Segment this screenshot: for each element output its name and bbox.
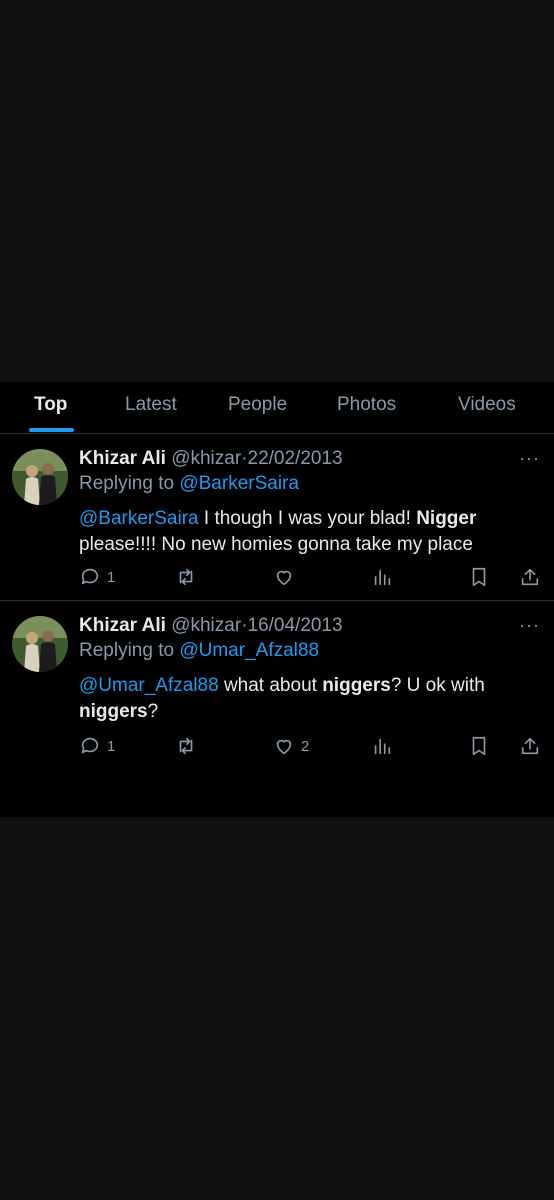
- share-icon: [521, 737, 539, 755]
- replying-to-label: Replying to: [79, 473, 180, 494]
- views-icon: [374, 569, 391, 586]
- tweet-text-part: I though I was your blad!: [198, 508, 417, 529]
- retweet-button[interactable]: [175, 563, 197, 591]
- tweet-text-bold: Nigger: [416, 508, 477, 529]
- tab-top[interactable]: Top: [34, 394, 67, 416]
- tweet-text: @Umar_Afzal88 what about niggers? U ok w…: [79, 673, 509, 725]
- views-button[interactable]: [371, 563, 393, 591]
- empty-bottom-area: [0, 817, 554, 1200]
- search-results-panel: Top Latest People Photos Videos Khizar A…: [0, 382, 554, 817]
- tweet-text-bold: niggers: [79, 701, 148, 722]
- more-icon[interactable]: ···: [519, 615, 540, 636]
- display-name[interactable]: Khizar Ali: [79, 615, 166, 636]
- tab-photos[interactable]: Photos: [337, 394, 396, 416]
- reply-icon: [81, 568, 99, 585]
- tweet-text-part: what about: [218, 675, 323, 696]
- display-name[interactable]: Khizar Ali: [79, 448, 166, 469]
- retweet-button[interactable]: [175, 732, 197, 760]
- tweet-text: @BarkerSaira I though I was your blad! N…: [79, 506, 509, 558]
- reply-count: 1: [107, 568, 116, 586]
- empty-top-area: [0, 0, 554, 382]
- like-icon: [276, 570, 292, 586]
- active-tab-indicator: [29, 428, 74, 432]
- reply-button[interactable]: 1: [79, 563, 115, 591]
- tweet-header: Khizar Ali @khizar·16/04/2013: [79, 615, 343, 637]
- bookmark-button[interactable]: [468, 563, 490, 591]
- tweet-actions: 1: [79, 563, 539, 591]
- tab-people[interactable]: People: [228, 394, 287, 416]
- share-icon: [521, 568, 539, 586]
- avatar[interactable]: [12, 449, 68, 505]
- user-handle[interactable]: @khizar: [171, 615, 241, 636]
- replying-to: Replying to @BarkerSaira: [79, 473, 299, 495]
- reply-icon: [81, 737, 99, 754]
- tweet-text-part: please!!!! No new homies gonna take my p…: [79, 534, 473, 555]
- bookmark-icon: [472, 567, 486, 587]
- tweet-mention[interactable]: @Umar_Afzal88: [79, 675, 219, 696]
- replying-to: Replying to @Umar_Afzal88: [79, 640, 319, 662]
- reply-button[interactable]: 1: [79, 732, 115, 760]
- tweet-header: Khizar Ali @khizar·22/02/2013: [79, 448, 343, 470]
- tweet[interactable]: Khizar Ali @khizar·22/02/2013 ··· Replyi…: [0, 434, 554, 601]
- replying-to-label: Replying to: [79, 640, 180, 661]
- tweet-text-part: ?: [147, 701, 159, 722]
- views-icon: [374, 738, 391, 755]
- like-count: 2: [301, 737, 310, 755]
- more-icon[interactable]: ···: [519, 448, 540, 469]
- views-button[interactable]: [371, 732, 393, 760]
- tweet[interactable]: Khizar Ali @khizar·16/04/2013 ··· Replyi…: [0, 601, 554, 801]
- like-icon: [276, 739, 292, 755]
- tweet-text-part: ? U ok with: [390, 675, 485, 696]
- avatar[interactable]: [12, 616, 68, 672]
- tweet-text-bold: niggers: [322, 675, 391, 696]
- tab-videos[interactable]: Videos: [458, 394, 516, 416]
- tweet-date[interactable]: 22/02/2013: [248, 448, 343, 469]
- replying-to-mention[interactable]: @BarkerSaira: [179, 473, 299, 494]
- search-tabs: Top Latest People Photos Videos: [0, 382, 554, 434]
- share-button[interactable]: [519, 732, 541, 760]
- like-button[interactable]: [273, 563, 301, 591]
- user-handle[interactable]: @khizar: [171, 448, 241, 469]
- tab-latest[interactable]: Latest: [125, 394, 177, 416]
- bookmark-button[interactable]: [468, 732, 490, 760]
- retweet-icon: [179, 737, 193, 755]
- reply-count: 1: [107, 737, 116, 755]
- tweet-actions: 1 2: [79, 732, 539, 760]
- tweet-date[interactable]: 16/04/2013: [248, 615, 343, 636]
- bookmark-icon: [472, 736, 486, 756]
- replying-to-mention[interactable]: @Umar_Afzal88: [179, 640, 319, 661]
- tweet-mention[interactable]: @BarkerSaira: [79, 508, 199, 529]
- retweet-icon: [179, 568, 193, 586]
- share-button[interactable]: [519, 563, 541, 591]
- like-button[interactable]: 2: [273, 732, 309, 760]
